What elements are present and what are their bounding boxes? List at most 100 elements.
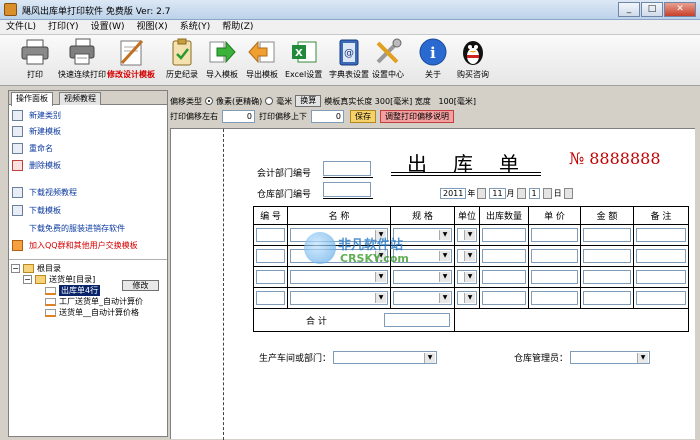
tab-video-tutorial[interactable]: 视频教程 xyxy=(59,92,101,105)
maximize-button[interactable]: □ xyxy=(641,2,663,17)
download-free-software-item[interactable]: 下载免费的服装进销存软件 xyxy=(29,222,125,235)
cell-input[interactable] xyxy=(482,291,526,305)
menu-print[interactable]: 打印(Y) xyxy=(48,20,79,34)
tree-item[interactable]: 送货单__自动计算价格 xyxy=(45,307,139,318)
purchase-consult-button[interactable]: 购买咨询 xyxy=(457,37,489,80)
excel-settings-button[interactable]: X Excel设置 xyxy=(285,37,322,80)
settings-tools-icon xyxy=(373,37,403,67)
cell-input[interactable] xyxy=(583,291,631,305)
history-button[interactable]: 历史纪录 xyxy=(166,37,198,80)
panel-tabs: 操作面板 视频教程 xyxy=(9,91,167,106)
cell-input[interactable] xyxy=(256,291,285,305)
menu-system[interactable]: 系统(Y) xyxy=(180,20,211,34)
month-spinner[interactable] xyxy=(516,188,526,199)
warehouse-code-input[interactable] xyxy=(323,182,371,197)
cell-input[interactable] xyxy=(531,228,578,242)
keeper-select[interactable] xyxy=(570,351,651,364)
cell-input[interactable] xyxy=(531,291,578,305)
cell-input[interactable] xyxy=(482,249,526,263)
year-spinner[interactable] xyxy=(477,188,487,199)
collapse-toggle[interactable]: − xyxy=(11,264,20,273)
cell-input[interactable] xyxy=(636,249,686,263)
cell-input[interactable] xyxy=(636,291,686,305)
keeper-row: 仓库管理员： xyxy=(514,351,651,364)
about-button[interactable]: i 关于 xyxy=(418,37,448,80)
svg-text:@: @ xyxy=(344,48,354,59)
toolbar: 打印 快速连续打印 修改设计模板 历史纪录 导入模板 导出模板 X Excel设… xyxy=(0,35,700,86)
design-template-button[interactable]: 修改设计模板 xyxy=(107,37,155,80)
watermark-logo-icon xyxy=(304,232,336,264)
cell-input[interactable] xyxy=(256,228,285,242)
offset-help-button[interactable]: 调整打印偏移说明 xyxy=(380,110,454,123)
date-picker: 2011 年 11 月 1 日 xyxy=(439,188,575,199)
tree-root[interactable]: − 根目录 xyxy=(11,263,61,274)
new-category-item[interactable]: 新建类别 xyxy=(12,109,61,122)
cell-select[interactable] xyxy=(457,291,477,305)
import-template-button[interactable]: 导入模板 xyxy=(206,37,238,80)
mm-radio[interactable] xyxy=(265,97,274,105)
tab-operations[interactable]: 操作面板 xyxy=(11,92,53,106)
close-button[interactable]: ✕ xyxy=(664,2,696,17)
total-label: 合 计 xyxy=(306,316,327,327)
cell-input[interactable] xyxy=(583,249,631,263)
cell-input[interactable] xyxy=(636,270,686,284)
cell-input[interactable] xyxy=(583,228,631,242)
cell-select[interactable] xyxy=(457,249,477,263)
menu-file[interactable]: 文件(L) xyxy=(6,20,36,34)
title-underline xyxy=(391,175,541,176)
workshop-select[interactable] xyxy=(333,351,438,364)
download-video-icon xyxy=(12,187,23,198)
export-template-button[interactable]: 导出模板 xyxy=(246,37,278,80)
menu-settings[interactable]: 设置(W) xyxy=(91,20,125,34)
menu-help[interactable]: 帮助(Z) xyxy=(222,20,253,34)
cell-input[interactable] xyxy=(583,270,631,284)
cell-input[interactable] xyxy=(636,228,686,242)
cell-input[interactable] xyxy=(482,270,526,284)
tree-item-selected[interactable]: 出库单4行 xyxy=(45,285,101,296)
dept-code-input[interactable] xyxy=(323,161,371,176)
join-qq-group-item[interactable]: 加入QQ群和其他用户交换模板 xyxy=(12,239,138,252)
cell-select[interactable] xyxy=(290,291,388,305)
cell-input[interactable] xyxy=(531,249,578,263)
year-input[interactable]: 2011 xyxy=(440,188,467,199)
dictionary-settings-button[interactable]: @ 字典表设置 xyxy=(329,37,369,80)
table-cell xyxy=(580,224,634,246)
offset-ud-input[interactable]: 0 xyxy=(311,110,344,123)
cell-input[interactable] xyxy=(482,228,526,242)
offset-ud-label: 打印偏移上下 xyxy=(259,112,307,121)
menu-view[interactable]: 视图(X) xyxy=(137,20,168,34)
minimize-button[interactable]: _ xyxy=(618,2,640,17)
pixel-radio[interactable] xyxy=(205,97,213,105)
collapse-toggle[interactable]: − xyxy=(23,275,32,284)
settings-center-button[interactable]: 设置中心 xyxy=(372,37,404,80)
rename-item[interactable]: 重命名 xyxy=(12,142,53,155)
new-template-item[interactable]: 新建模板 xyxy=(12,125,61,138)
print-button[interactable]: 打印 xyxy=(20,37,50,80)
cell-select[interactable] xyxy=(457,228,477,242)
cell-input[interactable] xyxy=(531,270,578,284)
offset-lr-input[interactable]: 0 xyxy=(222,110,255,123)
cell-input[interactable] xyxy=(256,270,285,284)
offset-type-row: 偏移类型 像素(更精确) 毫米 换算 模板真实长度 300[毫米] 宽度 100… xyxy=(170,95,476,107)
batch-print-button[interactable]: 快速连续打印 xyxy=(58,37,106,80)
edit-button[interactable]: 修改 xyxy=(122,280,159,291)
day-input[interactable]: 1 xyxy=(528,188,540,199)
cell-select[interactable] xyxy=(393,291,452,305)
day-spinner[interactable] xyxy=(542,188,552,199)
date-spinner[interactable] xyxy=(563,188,573,199)
new-category-icon xyxy=(12,110,23,121)
table-cell xyxy=(253,245,288,267)
table-cell xyxy=(253,224,288,246)
convert-button[interactable]: 换算 xyxy=(295,95,322,107)
tree-folder[interactable]: − 送货单[目录] xyxy=(23,274,95,285)
cell-select[interactable] xyxy=(457,270,477,284)
download-video-item[interactable]: 下载视频教程 xyxy=(12,186,77,199)
delete-template-item[interactable]: 删除模板 xyxy=(12,159,61,172)
rename-icon xyxy=(12,143,23,154)
tree-item[interactable]: 工厂送货单_自动计算价 xyxy=(45,296,143,307)
total-input[interactable] xyxy=(384,313,450,327)
download-template-item[interactable]: 下载模板 xyxy=(12,204,61,217)
month-input[interactable]: 11 xyxy=(489,188,506,199)
cell-input[interactable] xyxy=(256,249,285,263)
save-button[interactable]: 保存 xyxy=(350,110,376,123)
